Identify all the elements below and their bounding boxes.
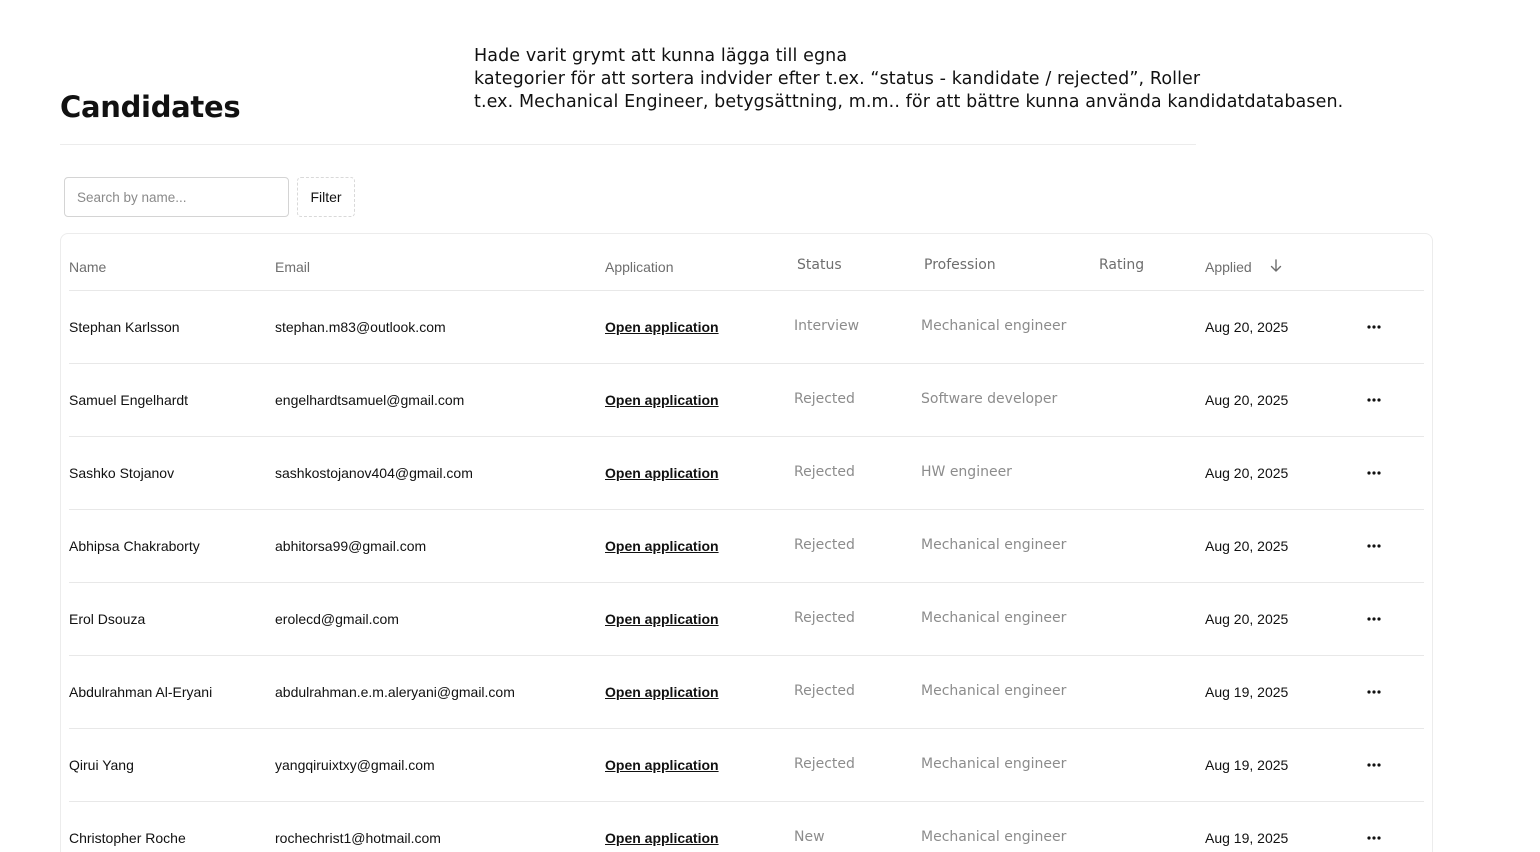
status-badge: Rejected [794, 610, 855, 626]
ellipsis-icon[interactable] [1367, 398, 1381, 402]
candidate-email: abhitorsa99@gmail.com [275, 538, 427, 554]
table-header-row: Name Email Application Status Profession… [69, 243, 1424, 291]
table-row[interactable]: Sashko Stojanov sashkostojanov404@gmail.c… [69, 437, 1424, 510]
table-row[interactable]: Qirui Yang yangqiruixtxy@gmail.com Open ap… [69, 729, 1424, 802]
candidate-profession: Mechanical engineer [921, 756, 1067, 772]
table-body: Stephan Karlsson stephan.m83@outlook.com O… [69, 291, 1424, 852]
feedback-note: Hade varit grymt att kunna lägga till eg… [474, 45, 1343, 114]
status-badge: Interview [794, 318, 860, 334]
open-application-link[interactable]: Open application [605, 538, 719, 554]
candidate-name: Abdulrahman Al-Eryani [69, 684, 213, 700]
candidate-profession: Mechanical engineer [921, 318, 1067, 334]
candidate-email: sashkostojanov404@gmail.com [275, 465, 473, 481]
ellipsis-icon[interactable] [1367, 836, 1381, 840]
open-application-link[interactable]: Open application [605, 319, 719, 335]
candidate-name: Qirui Yang [69, 757, 134, 773]
column-header-application[interactable]: Application [605, 259, 674, 275]
column-header-status[interactable]: Status [797, 257, 842, 273]
table-row[interactable]: Christopher Roche rochechrist1@hotmail.co… [69, 802, 1424, 852]
applied-date: Aug 19, 2025 [1205, 757, 1289, 773]
applied-date: Aug 19, 2025 [1205, 684, 1289, 700]
status-badge: Rejected [794, 756, 855, 772]
candidate-email: abdulrahman.e.m.aleryani@gmail.com [275, 684, 515, 700]
applied-date: Aug 20, 2025 [1205, 392, 1289, 408]
candidate-profession: Software developer [921, 391, 1058, 407]
open-application-link[interactable]: Open application [605, 392, 719, 408]
arrow-down-icon[interactable] [1270, 259, 1282, 273]
candidate-name: Samuel Engelhardt [69, 392, 189, 408]
candidate-email: erolecd@gmail.com [275, 611, 399, 627]
table-row[interactable]: Samuel Engelhardt engelhardtsamuel@gmail.… [69, 364, 1424, 437]
candidate-profession: Mechanical engineer [921, 610, 1067, 626]
column-header-rating[interactable]: Rating [1099, 257, 1144, 273]
column-header-profession[interactable]: Profession [924, 257, 996, 273]
status-badge: Rejected [794, 391, 855, 407]
candidate-profession: Mechanical engineer [921, 683, 1067, 699]
candidate-email: engelhardtsamuel@gmail.com [275, 392, 465, 408]
candidate-email: rochechrist1@hotmail.com [275, 830, 441, 846]
column-header-applied[interactable]: Applied [1205, 259, 1252, 275]
open-application-link[interactable]: Open application [605, 830, 719, 846]
ellipsis-icon[interactable] [1367, 617, 1381, 621]
feedback-note-line: Hade varit grymt att kunna lägga till eg… [474, 46, 848, 66]
status-badge: Rejected [794, 683, 855, 699]
status-badge: Rejected [794, 537, 855, 553]
filter-button[interactable]: Filter [297, 177, 355, 217]
applied-date: Aug 20, 2025 [1205, 611, 1289, 627]
candidate-email: stephan.m83@outlook.com [275, 319, 446, 335]
open-application-link[interactable]: Open application [605, 465, 719, 481]
column-header-name[interactable]: Name [69, 259, 106, 275]
feedback-note-line: t.ex. Mechanical Engineer, betygsättning… [474, 92, 1344, 112]
applied-date: Aug 19, 2025 [1205, 830, 1289, 846]
ellipsis-icon[interactable] [1367, 690, 1381, 694]
candidates-page: Hade varit grymt att kunna lägga till eg… [0, 0, 1540, 852]
candidate-name: Abhipsa Chakraborty [69, 538, 200, 554]
title-divider [60, 144, 1196, 145]
open-application-link[interactable]: Open application [605, 684, 719, 700]
status-badge: New [794, 829, 825, 845]
applied-date: Aug 20, 2025 [1205, 465, 1289, 481]
table-row[interactable]: Erol Dsouza erolecd@gmail.com Open applica… [69, 583, 1424, 656]
candidate-email: yangqiruixtxy@gmail.com [275, 757, 435, 773]
applied-date: Aug 20, 2025 [1205, 319, 1289, 335]
ellipsis-icon[interactable] [1367, 471, 1381, 475]
table-row[interactable]: Abhipsa Chakraborty abhitorsa99@gmail.com… [69, 510, 1424, 583]
open-application-link[interactable]: Open application [605, 611, 719, 627]
status-badge: Rejected [794, 464, 855, 480]
candidate-profession: HW engineer [921, 464, 1012, 480]
candidate-profession: Mechanical engineer [921, 537, 1067, 553]
table-row[interactable]: Abdulrahman Al-Eryani abdulrahman.e.m.ale… [69, 656, 1424, 729]
feedback-note-line: kategorier för att sortera indvider efte… [474, 69, 1201, 89]
search-input[interactable] [64, 177, 289, 217]
candidate-name: Sashko Stojanov [69, 465, 175, 481]
candidate-name: Christopher Roche [69, 830, 186, 846]
ellipsis-icon[interactable] [1367, 763, 1381, 767]
candidate-profession: Mechanical engineer [921, 829, 1067, 845]
applied-date: Aug 20, 2025 [1205, 538, 1289, 554]
page-title: Candidates [60, 90, 241, 124]
ellipsis-icon[interactable] [1367, 544, 1381, 548]
ellipsis-icon[interactable] [1367, 325, 1381, 329]
candidate-name: Erol Dsouza [69, 611, 146, 627]
open-application-link[interactable]: Open application [605, 757, 719, 773]
column-header-email[interactable]: Email [275, 259, 310, 275]
candidate-name: Stephan Karlsson [69, 319, 180, 335]
table-row[interactable]: Stephan Karlsson stephan.m83@outlook.com O… [69, 291, 1424, 364]
